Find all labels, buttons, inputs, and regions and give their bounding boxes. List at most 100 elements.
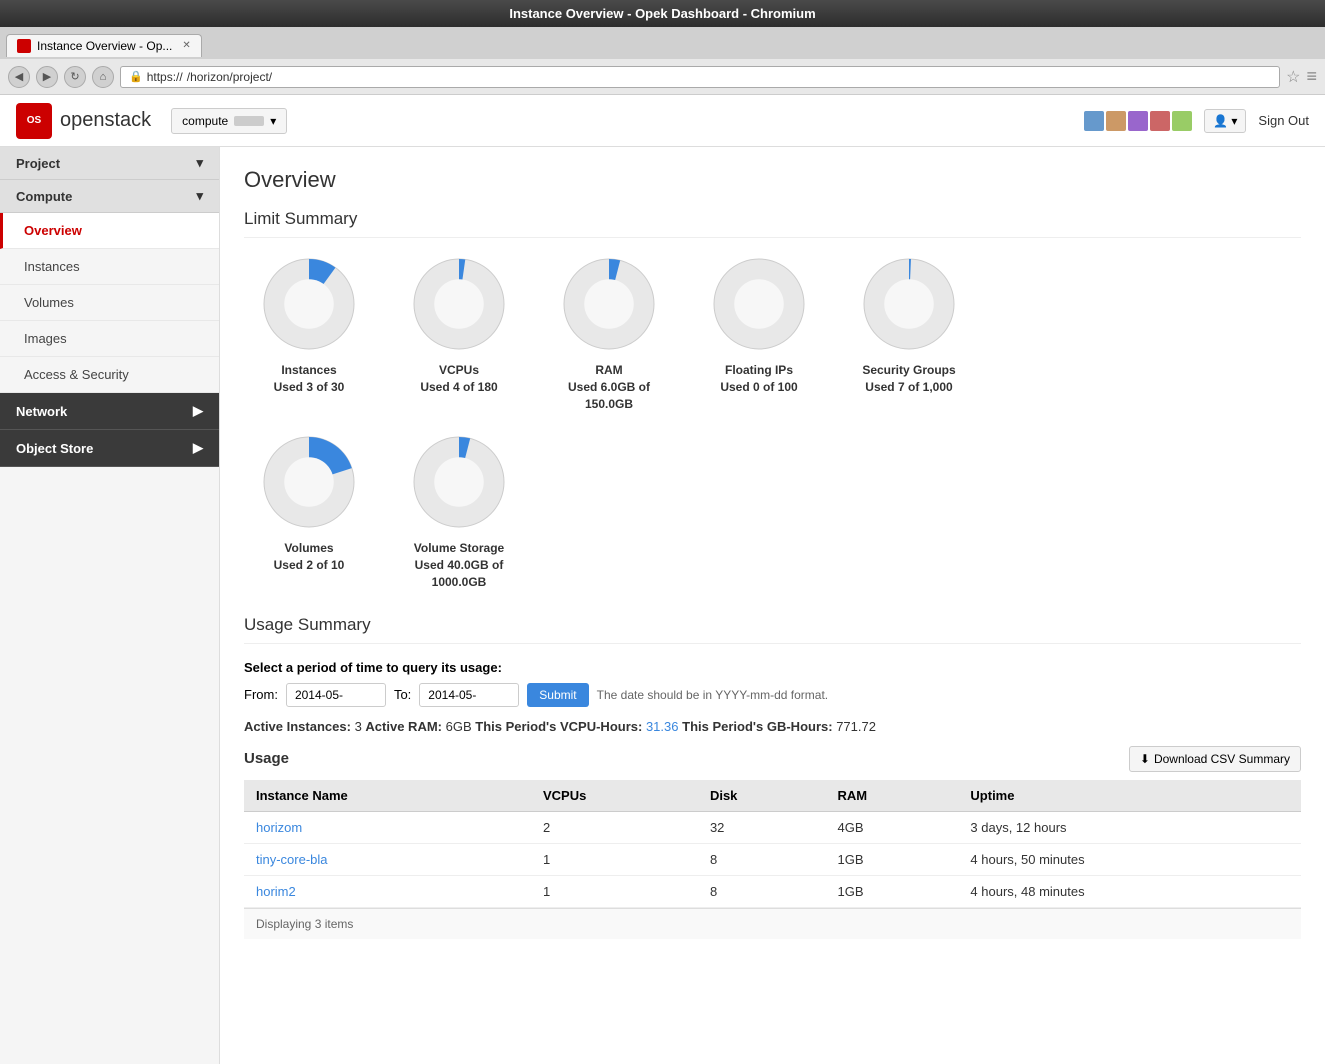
pie-chart-floating-ips	[709, 254, 809, 354]
sidebar-item-instances[interactable]: Instances	[0, 249, 219, 285]
chart-label-floating-ips: Floating IPsUsed 0 of 100	[720, 362, 797, 396]
to-input[interactable]	[419, 683, 519, 707]
color-seg-5	[1172, 111, 1192, 131]
vcpu-hours-label: This Period's VCPU-Hours:	[475, 719, 642, 734]
address-path: /horizon/project/	[187, 70, 272, 84]
address-bar[interactable]: 🔒 https:// /horizon/project/	[120, 66, 1280, 88]
chart-item-vcpus: VCPUsUsed 4 of 180	[394, 254, 524, 396]
download-csv-label: Download CSV Summary	[1154, 752, 1290, 766]
back-button[interactable]: ◀	[8, 66, 30, 88]
images-label: Images	[24, 331, 67, 346]
cell-disk: 8	[698, 875, 826, 907]
th-disk: Disk	[698, 780, 826, 812]
pie-chart-security-groups	[859, 254, 959, 354]
compute-arrow-icon: ▾	[196, 188, 203, 204]
active-ram-value: 6GB	[446, 719, 472, 734]
usage-table-header: Usage ⬇ Download CSV Summary	[244, 746, 1301, 772]
usage-summary-title: Usage Summary	[244, 615, 1301, 644]
sign-out-button[interactable]: Sign Out	[1258, 113, 1309, 128]
sidebar-item-images[interactable]: Images	[0, 321, 219, 357]
dropdown-arrow-icon-user: ▾	[1231, 114, 1237, 128]
usage-table-title: Usage	[244, 750, 289, 767]
table-row: tiny-core-bla181GB4 hours, 50 minutes	[244, 843, 1301, 875]
pie-chart-volumes	[259, 432, 359, 532]
table-row: horizom2324GB3 days, 12 hours	[244, 811, 1301, 843]
cell-vcpus: 1	[531, 875, 698, 907]
date-hint: The date should be in YYYY-mm-dd format.	[597, 688, 828, 702]
bookmark-icon[interactable]: ☆	[1286, 67, 1300, 87]
chart-item-floating-ips: Floating IPsUsed 0 of 100	[694, 254, 824, 396]
active-instances-value: 3	[355, 719, 362, 734]
chart-label-security-groups: Security GroupsUsed 7 of 1,000	[862, 362, 955, 396]
download-icon: ⬇	[1140, 752, 1150, 766]
active-stats: Active Instances: 3 Active RAM: 6GB This…	[244, 719, 1301, 734]
period-query-label: Select a period of time to query its usa…	[244, 660, 1301, 675]
refresh-button[interactable]: ↻	[64, 66, 86, 88]
content-area: Overview Limit Summary InstancesUsed 3 o…	[220, 147, 1325, 1064]
chart-label-volumes: VolumesUsed 2 of 10	[274, 540, 345, 574]
usage-table: Instance NameVCPUsDiskRAMUptime horizom2…	[244, 780, 1301, 908]
sidebar-network-header[interactable]: Network ▶	[0, 393, 219, 430]
overview-label: Overview	[24, 223, 82, 238]
tab-title: Instance Overview - Op...	[37, 39, 172, 53]
sidebar-compute-header[interactable]: Compute ▾	[0, 180, 219, 213]
sidebar-item-volumes[interactable]: Volumes	[0, 285, 219, 321]
instance-name-link[interactable]: horizom	[256, 820, 302, 835]
usage-summary-section: Usage Summary Select a period of time to…	[244, 615, 1301, 939]
vcpu-hours-value: 31.36	[646, 719, 679, 734]
browser-toolbar: ◀ ▶ ↻ ⌂ 🔒 https:// /horizon/project/ ☆ ≡	[0, 59, 1325, 95]
instance-name-link[interactable]: tiny-core-bla	[256, 852, 328, 867]
from-label: From:	[244, 687, 278, 702]
from-input[interactable]	[286, 683, 386, 707]
submit-button[interactable]: Submit	[527, 683, 588, 707]
charts-row-1: InstancesUsed 3 of 30 VCPUsUsed 4 of 180…	[244, 254, 1301, 412]
home-button[interactable]: ⌂	[92, 66, 114, 88]
page-title: Overview	[244, 167, 1301, 193]
pie-chart-volume-storage	[409, 432, 509, 532]
forward-button[interactable]: ▶	[36, 66, 58, 88]
secure-icon: 🔒	[129, 70, 143, 83]
project-label: Project	[16, 156, 60, 171]
th-ram: RAM	[826, 780, 959, 812]
volumes-label: Volumes	[24, 295, 74, 310]
window-title: Instance Overview - Opek Dashboard - Chr…	[509, 6, 815, 21]
chart-item-volume-storage: Volume StorageUsed 40.0GB of 1000.0GB	[394, 432, 524, 590]
cell-ram: 4GB	[826, 811, 959, 843]
chart-label-volume-storage: Volume StorageUsed 40.0GB of 1000.0GB	[394, 540, 524, 590]
network-arrow-icon: ▶	[193, 403, 203, 419]
sidebar-item-overview[interactable]: Overview	[0, 213, 219, 249]
download-csv-button[interactable]: ⬇ Download CSV Summary	[1129, 746, 1301, 772]
chart-item-ram: RAMUsed 6.0GB of 150.0GB	[544, 254, 674, 412]
chart-label-vcpus: VCPUsUsed 4 of 180	[420, 362, 497, 396]
compute-label: Compute	[16, 189, 72, 204]
main-layout: Project ▾ Compute ▾ Overview Instances V…	[0, 147, 1325, 1064]
cell-ram: 1GB	[826, 843, 959, 875]
chart-label-instances: InstancesUsed 3 of 30	[274, 362, 345, 396]
instances-label: Instances	[24, 259, 80, 274]
pie-chart-vcpus	[409, 254, 509, 354]
project-dropdown[interactable]: compute ▾	[171, 108, 287, 134]
browser-tab[interactable]: Instance Overview - Op... ✕	[6, 34, 202, 57]
active-ram-label: Active RAM:	[365, 719, 442, 734]
browser-tabs: Instance Overview - Op... ✕	[0, 27, 1325, 59]
pie-chart-ram	[559, 254, 659, 354]
color-seg-4	[1150, 111, 1170, 131]
menu-icon[interactable]: ≡	[1306, 66, 1317, 87]
tab-close-icon[interactable]: ✕	[182, 40, 190, 51]
charts-row-2: VolumesUsed 2 of 10 Volume StorageUsed 4…	[244, 432, 1301, 590]
color-bar	[1084, 111, 1192, 131]
sidebar-item-access-security[interactable]: Access & Security	[0, 357, 219, 393]
gb-hours-value: 771.72	[836, 719, 876, 734]
table-header-row: Instance NameVCPUsDiskRAMUptime	[244, 780, 1301, 812]
color-seg-3	[1128, 111, 1148, 131]
cell-uptime: 4 hours, 50 minutes	[958, 843, 1301, 875]
table-row: horim2181GB4 hours, 48 minutes	[244, 875, 1301, 907]
project-obfuscated	[234, 116, 264, 126]
sidebar-object-store-header[interactable]: Object Store ▶	[0, 430, 219, 467]
project-dropdown-label: compute	[182, 114, 228, 128]
user-menu[interactable]: 👤 ▾	[1204, 109, 1246, 133]
project-arrow-icon: ▾	[196, 155, 203, 171]
chart-item-instances: InstancesUsed 3 of 30	[244, 254, 374, 396]
instance-name-link[interactable]: horim2	[256, 884, 296, 899]
sidebar-project-header[interactable]: Project ▾	[0, 147, 219, 180]
